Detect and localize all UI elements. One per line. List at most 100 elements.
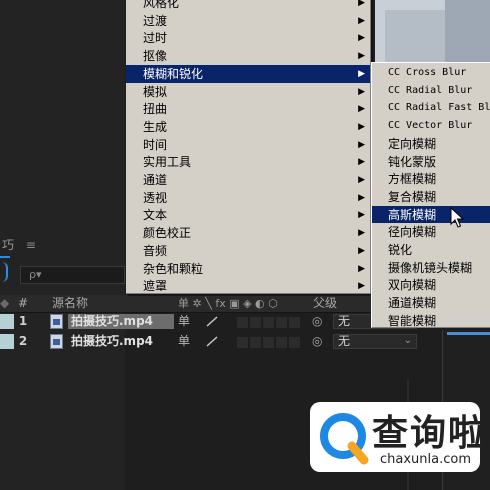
submenu-item[interactable]: 钝化蒙版	[372, 153, 490, 171]
submenu-arrow-icon: ▶	[358, 121, 365, 132]
watermark: 查询啦 chaxunla.com	[310, 402, 484, 472]
menu-item-label: 透视	[143, 190, 168, 205]
menu-item-label: 颜色校正	[143, 226, 192, 241]
menu-item[interactable]: 抠像 ▶	[126, 47, 370, 65]
watermark-url: chaxunla.com	[380, 452, 471, 467]
menu-item-label: 遮罩	[143, 279, 168, 294]
menu-item-label: 模糊和锐化	[143, 66, 204, 81]
layer-label-color[interactable]	[0, 334, 14, 349]
submenu-arrow-icon: ▶	[358, 86, 365, 97]
submenu-arrow-icon: ▶	[358, 210, 365, 221]
submenu-item-label: 锐化	[388, 243, 413, 257]
submenu-arrow-icon: ▶	[358, 68, 365, 79]
menu-item[interactable]: 过渡 ▶	[126, 12, 370, 30]
submenu-arrow-icon: ▶	[358, 281, 365, 292]
layer-row[interactable]: 2 拍摄技巧.mp4 单 ◎ 无 ⌄	[0, 333, 445, 350]
submenu-item[interactable]: 智能模糊	[372, 312, 490, 330]
quality-switch-icon[interactable]	[206, 316, 218, 327]
submenu-arrow-icon: ▶	[358, 51, 365, 62]
menu-item[interactable]: 透视 ▶	[126, 189, 370, 207]
submenu-item[interactable]: CC Vector Blur	[372, 117, 490, 135]
work-area-bar[interactable]	[447, 332, 490, 335]
menu-item-label: 杂色和颗粒	[143, 261, 204, 276]
timeline-panel-tab[interactable]: 巧 ≡	[0, 236, 127, 254]
layer-name[interactable]: 拍摄技巧.mp4	[68, 314, 174, 329]
submenu-item[interactable]: CC Cross Blur	[372, 64, 490, 82]
layer-switch-boxes[interactable]	[237, 336, 302, 353]
layer-label-color[interactable]	[0, 314, 14, 329]
menu-item[interactable]: 颜色校正 ▶	[126, 224, 370, 242]
mouse-cursor-icon	[450, 207, 464, 228]
submenu-item-label: 双向模糊	[388, 278, 437, 293]
submenu-item-label: 摄像机镜头模糊	[388, 260, 473, 275]
menu-item[interactable]: 杂色和颗粒 ▶	[126, 260, 370, 278]
submenu-item[interactable]: 方框模糊	[372, 170, 490, 188]
menu-item[interactable]: 音频 ▶	[126, 242, 370, 260]
menu-item[interactable]: 扭曲 ▶	[126, 100, 370, 118]
menu-item[interactable]: 模拟 ▶	[126, 83, 370, 101]
header-source-name[interactable]: 源名称	[52, 295, 88, 312]
watermark-logo-icon	[320, 413, 369, 465]
shy-switch[interactable]: 单	[178, 313, 190, 330]
submenu-arrow-icon: ▶	[358, 15, 365, 26]
submenu-item[interactable]: 定向模糊	[372, 135, 490, 153]
menu-item[interactable]: 文本 ▶	[126, 206, 370, 224]
menu-item[interactable]: 实用工具 ▶	[126, 153, 370, 171]
menu-item-label: 音频	[143, 243, 168, 258]
submenu-arrow-icon: ▶	[358, 263, 365, 274]
pickwhip-icon[interactable]: ◎	[312, 333, 322, 350]
submenu-item[interactable]: CC Radial Blur	[372, 82, 490, 100]
submenu-item-label: CC Radial Blur	[388, 84, 473, 96]
submenu-item[interactable]: 径向模糊	[372, 223, 490, 241]
menu-item[interactable]: 时间 ▶	[126, 136, 370, 154]
shy-switch[interactable]: 单	[178, 333, 190, 350]
quality-switch-icon[interactable]	[206, 336, 218, 347]
search-icon: ρ▾	[29, 268, 42, 281]
menu-item-label: 风格化	[143, 0, 180, 10]
menu-item-label: 文本	[143, 208, 168, 223]
submenu-arrow-icon: ▶	[358, 139, 365, 150]
layer-number: 2	[18, 334, 28, 348]
video-file-icon	[50, 314, 63, 329]
submenu-item[interactable]: 复合模糊	[372, 188, 490, 206]
parent-select[interactable]: 无 ⌄	[333, 334, 417, 349]
submenu-item-label: 径向模糊	[388, 225, 437, 240]
menu-item-label: 通道	[143, 173, 168, 187]
menu-item-label: 生成	[143, 119, 168, 134]
menu-item-label: 实用工具	[143, 155, 192, 170]
layer-name[interactable]: 拍摄技巧.mp4	[68, 334, 174, 349]
blur-sharpen-submenu: CC Cross Blur CC Radial Blur CC Radial Fas…	[371, 62, 490, 328]
submenu-item[interactable]: 高斯模糊	[372, 205, 490, 224]
submenu-item[interactable]: 通道模糊	[372, 294, 490, 312]
submenu-item[interactable]: 摄像机镜头模糊	[372, 259, 490, 277]
menu-item[interactable]: 遮罩 ▶	[126, 277, 370, 295]
menu-item[interactable]: 过时 ▶	[126, 29, 370, 47]
label-column-icon: ◆	[0, 296, 10, 310]
menu-item[interactable]: 风格化 ▶	[126, 0, 370, 12]
menu-item-label: 时间	[143, 137, 168, 152]
layer-number: 1	[18, 314, 28, 328]
menu-item-label: 模拟	[143, 84, 168, 99]
layer-switch-boxes[interactable]	[237, 316, 302, 333]
menu-item[interactable]: 生成 ▶	[126, 118, 370, 136]
menu-item-label: 过渡	[143, 13, 168, 28]
submenu-item-label: 方框模糊	[388, 172, 437, 187]
submenu-arrow-icon: ▶	[358, 192, 365, 203]
submenu-item-label: CC Cross Blur	[388, 67, 467, 78]
header-number: #	[18, 296, 29, 310]
menu-item[interactable]: 通道 ▶	[126, 171, 370, 189]
submenu-item-label: 复合模糊	[388, 189, 437, 204]
video-file-icon	[50, 334, 63, 349]
submenu-arrow-icon: ▶	[358, 245, 365, 256]
active-tab-indicator	[0, 256, 10, 258]
pickwhip-icon[interactable]: ◎	[312, 313, 322, 330]
submenu-item[interactable]: CC Radial Fast Blur	[372, 99, 490, 117]
submenu-item-label: 定向模糊	[388, 136, 437, 151]
menu-item[interactable]: 模糊和锐化 ▶	[126, 64, 370, 83]
panel-menu-icon[interactable]: ≡	[26, 238, 36, 252]
submenu-item[interactable]: 双向模糊	[372, 276, 490, 294]
submenu-item[interactable]: 锐化	[372, 241, 490, 259]
layer-search-input[interactable]: ρ▾	[20, 266, 125, 284]
submenu-item-label: CC Vector Blur	[388, 120, 473, 132]
composition-preview	[375, 0, 490, 62]
